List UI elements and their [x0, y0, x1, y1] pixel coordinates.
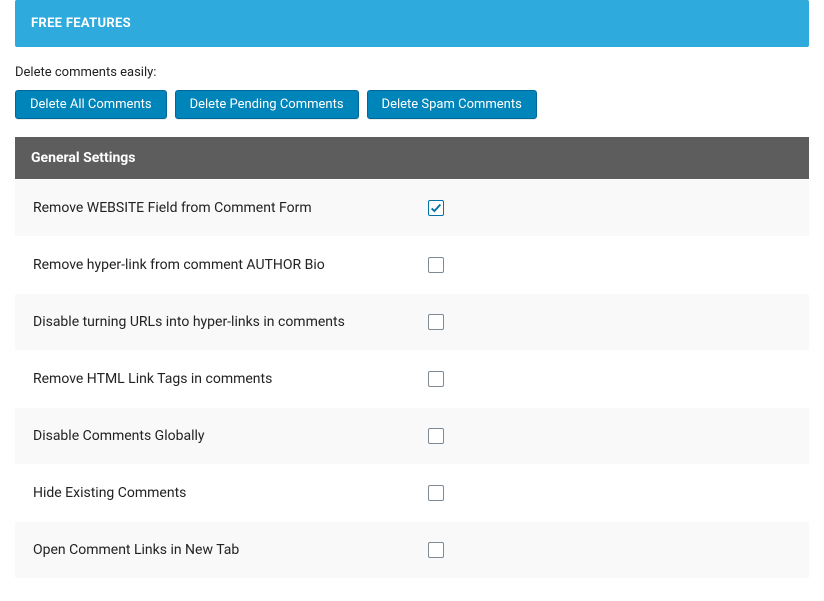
setting-checkbox-disable-comments-globally[interactable]: [428, 428, 444, 444]
delete-spam-comments-button[interactable]: Delete Spam Comments: [367, 90, 537, 119]
setting-label: Remove WEBSITE Field from Comment Form: [33, 200, 428, 216]
general-settings-header: General Settings: [15, 137, 809, 179]
section-title: General Settings: [31, 150, 136, 166]
intro-text: Delete comments easily:: [15, 65, 809, 80]
setting-row-remove-html-link-tags: Remove HTML Link Tags in comments: [15, 350, 809, 407]
delete-all-comments-button[interactable]: Delete All Comments: [15, 90, 167, 119]
setting-label: Disable Comments Globally: [33, 428, 428, 444]
setting-label: Open Comment Links in New Tab: [33, 542, 428, 558]
setting-row-disable-comments-globally: Disable Comments Globally: [15, 407, 809, 464]
banner-title: FREE FEATURES: [31, 16, 131, 31]
setting-checkbox-remove-html-link-tags[interactable]: [428, 371, 444, 387]
setting-label: Hide Existing Comments: [33, 485, 428, 501]
setting-checkbox-disable-url-autolink[interactable]: [428, 314, 444, 330]
free-features-banner: FREE FEATURES: [15, 0, 809, 47]
setting-checkbox-remove-website-field[interactable]: [428, 200, 444, 216]
setting-row-remove-author-link: Remove hyper-link from comment AUTHOR Bi…: [15, 236, 809, 293]
setting-checkbox-open-links-new-tab[interactable]: [428, 542, 444, 558]
delete-pending-comments-button[interactable]: Delete Pending Comments: [175, 90, 359, 119]
setting-row-hide-existing-comments: Hide Existing Comments: [15, 464, 809, 521]
setting-row-disable-url-autolink: Disable turning URLs into hyper-links in…: [15, 293, 809, 350]
setting-label: Remove HTML Link Tags in comments: [33, 371, 428, 387]
setting-checkbox-remove-author-link[interactable]: [428, 257, 444, 273]
setting-row-remove-website-field: Remove WEBSITE Field from Comment Form: [15, 179, 809, 236]
delete-buttons-row: Delete All Comments Delete Pending Comme…: [15, 90, 809, 119]
setting-checkbox-hide-existing-comments[interactable]: [428, 485, 444, 501]
setting-row-open-links-new-tab: Open Comment Links in New Tab: [15, 521, 809, 578]
check-icon: [429, 201, 443, 215]
setting-label: Disable turning URLs into hyper-links in…: [33, 314, 428, 330]
setting-label: Remove hyper-link from comment AUTHOR Bi…: [33, 257, 428, 273]
